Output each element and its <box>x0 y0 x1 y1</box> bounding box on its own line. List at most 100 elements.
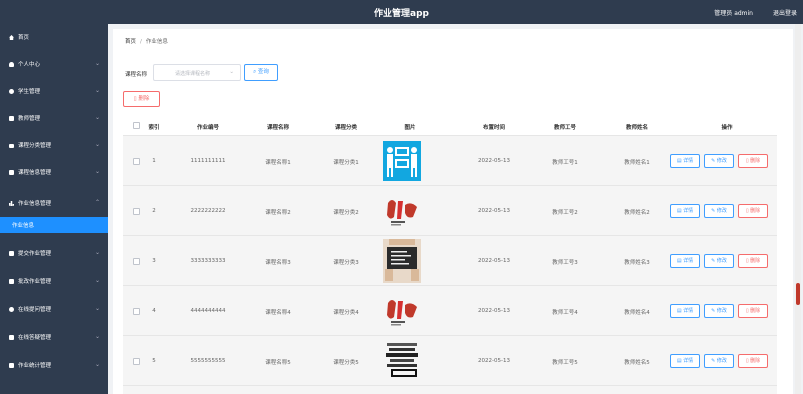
sidebar-item-label: 个人中心 <box>18 62 41 68</box>
cell-code: 4444444444 <box>190 308 226 314</box>
column-header-index: 索引 <box>148 125 160 131</box>
cell-teacher-id: 教师工号5 <box>552 360 578 366</box>
select-all-checkbox[interactable] <box>133 122 140 129</box>
detail-label: 详情 <box>683 258 694 264</box>
column-header-time[interactable]: 布置时间 <box>483 123 505 131</box>
delete-button[interactable]: ▯ 删除 <box>738 154 768 168</box>
cell-category: 课程分类3 <box>333 260 359 266</box>
sidebar-item-label: 首页 <box>18 35 30 41</box>
row-checkbox[interactable] <box>133 208 140 215</box>
cell-teacher-id: 教师工号2 <box>552 210 578 216</box>
sidebar-item-online-answers[interactable]: 在线答疑管理 ⌄ <box>0 324 108 351</box>
submenu-label: 作业信息 <box>12 223 35 229</box>
row-checkbox[interactable] <box>133 258 140 265</box>
column-header-category[interactable]: 课程分类 <box>335 123 357 131</box>
search-label: 课程名称 <box>125 72 148 78</box>
sidebar-item-profile[interactable]: 个人中心 ⌄ <box>0 51 108 78</box>
detail-button[interactable]: ▤ 详情 <box>670 304 700 318</box>
sidebar-item-homework-stats[interactable]: 作业统计管理 ⌄ <box>0 352 108 379</box>
detail-label: 详情 <box>683 358 694 364</box>
search-button[interactable]: ⌕ 查询 <box>244 64 278 81</box>
main-content: 首页 / 作业信息 课程名称 请选择课程名称 ⌄ ⌕ 查询 ▯ 删除 索引 作业编号… <box>113 29 793 394</box>
breadcrumb: 首页 / 作业信息 <box>125 37 168 45</box>
pencil-icon: ✎ <box>711 208 716 214</box>
cell-time: 2022-05-13 <box>478 208 510 214</box>
sidebar-item-course-info[interactable]: 课程信息管理 ⌄ <box>0 159 108 186</box>
sidebar-item-submit-homework[interactable]: 提交作业管理 ⌄ <box>0 240 108 267</box>
table-row: 1 1111111111 课程名称1 课程分类1 2022-05-13 教师工号… <box>123 136 777 186</box>
delete-button-label: 删除 <box>138 96 150 102</box>
bulk-delete-button[interactable]: ▯ 删除 <box>123 91 160 107</box>
sidebar-item-home[interactable]: 首页 <box>0 24 108 51</box>
cell-course: 课程名称1 <box>265 160 291 166</box>
page-scrollbar-thumb[interactable] <box>796 283 800 305</box>
pencil-icon: ✎ <box>711 308 716 314</box>
edit-button[interactable]: ✎ 修改 <box>704 254 734 268</box>
cell-time: 2022-05-13 <box>478 308 510 314</box>
cell-code: 1111111111 <box>190 158 226 164</box>
delete-label: 删除 <box>750 158 761 164</box>
column-header-code[interactable]: 作业编号 <box>197 123 219 131</box>
edit-button[interactable]: ✎ 修改 <box>704 204 734 218</box>
cell-course: 课程名称3 <box>265 260 291 266</box>
sidebar-item-teachers[interactable]: 教师管理 ⌄ <box>0 105 108 132</box>
trash-icon: ▯ <box>745 158 749 164</box>
column-header-course[interactable]: 课程名称 <box>267 123 289 131</box>
breadcrumb-home[interactable]: 首页 <box>125 39 136 45</box>
trash-icon: ▯ <box>745 208 749 214</box>
delete-button[interactable]: ▯ 删除 <box>738 354 768 368</box>
sidebar-item-students[interactable]: 学生管理 ⌄ <box>0 78 108 105</box>
edit-button[interactable]: ✎ 修改 <box>704 304 734 318</box>
sidebar-item-online-questions[interactable]: 在线提问管理 ⌄ <box>0 296 108 323</box>
grid-icon <box>9 170 14 175</box>
cell-course: 课程名称2 <box>265 210 291 216</box>
cell-time: 2022-05-13 <box>478 258 510 264</box>
cell-category: 课程分类5 <box>333 360 359 366</box>
cell-teacher-id: 教师工号4 <box>552 310 578 316</box>
grid-icon <box>9 363 14 368</box>
edit-button[interactable]: ✎ 修改 <box>704 354 734 368</box>
detail-button[interactable]: ▤ 详情 <box>670 254 700 268</box>
sidebar-item-grade-homework[interactable]: 批改作业管理 ⌄ <box>0 268 108 295</box>
row-checkbox[interactable] <box>133 358 140 365</box>
students-icon <box>9 89 14 94</box>
row-checkbox[interactable] <box>133 308 140 315</box>
column-header-actions: 操作 <box>721 125 733 131</box>
cell-index: 3 <box>152 258 156 264</box>
search-button-label: 查询 <box>257 69 269 75</box>
cell-category: 课程分类1 <box>333 160 359 166</box>
edit-label: 修改 <box>716 358 727 364</box>
delete-label: 删除 <box>750 258 761 264</box>
course-name-select[interactable]: 请选择课程名称 ⌄ <box>153 64 241 81</box>
sidebar-item-label: 提交作业管理 <box>18 251 52 257</box>
submenu-homework-info[interactable]: 作业信息 <box>0 217 108 233</box>
cell-code: 5555555555 <box>190 358 226 364</box>
cell-code: 3333333333 <box>190 258 226 264</box>
delete-button[interactable]: ▯ 删除 <box>738 304 768 318</box>
column-header-image[interactable]: 图片 <box>404 123 415 131</box>
column-header-teacher-name[interactable]: 教师姓名 <box>626 123 648 131</box>
trash-icon: ▯ <box>133 96 137 102</box>
sidebar-item-course-category[interactable]: 课程分类管理 ⌄ <box>0 132 108 159</box>
row-checkbox[interactable] <box>133 158 140 165</box>
detail-button[interactable]: ▤ 详情 <box>670 154 700 168</box>
sidebar-item-label: 学生管理 <box>18 89 41 95</box>
chevron-down-icon: ⌄ <box>94 305 100 312</box>
detail-button[interactable]: ▤ 详情 <box>670 204 700 218</box>
table-row: 5 5555555555 课程名称5 课程分类5 2022-05-13 教师工号… <box>123 336 777 386</box>
grid-icon <box>9 251 14 256</box>
detail-icon: ▤ <box>676 358 682 364</box>
delete-button[interactable]: ▯ 删除 <box>738 254 768 268</box>
cell-time: 2022-05-13 <box>478 158 510 164</box>
delete-label: 删除 <box>750 308 761 314</box>
detail-button[interactable]: ▤ 详情 <box>670 354 700 368</box>
page-scrollbar[interactable] <box>795 24 801 394</box>
cell-teacher-id: 教师工号3 <box>552 260 578 266</box>
edit-button[interactable]: ✎ 修改 <box>704 154 734 168</box>
column-header-teacher-id[interactable]: 教师工号 <box>554 123 576 131</box>
logout-link[interactable]: 退出登录 <box>773 8 797 17</box>
pencil-icon: ✎ <box>711 358 716 364</box>
detail-label: 详情 <box>683 158 694 164</box>
delete-button[interactable]: ▯ 删除 <box>738 204 768 218</box>
sidebar-item-homework-info[interactable]: 作业信息管理 ⌃ <box>0 190 108 217</box>
